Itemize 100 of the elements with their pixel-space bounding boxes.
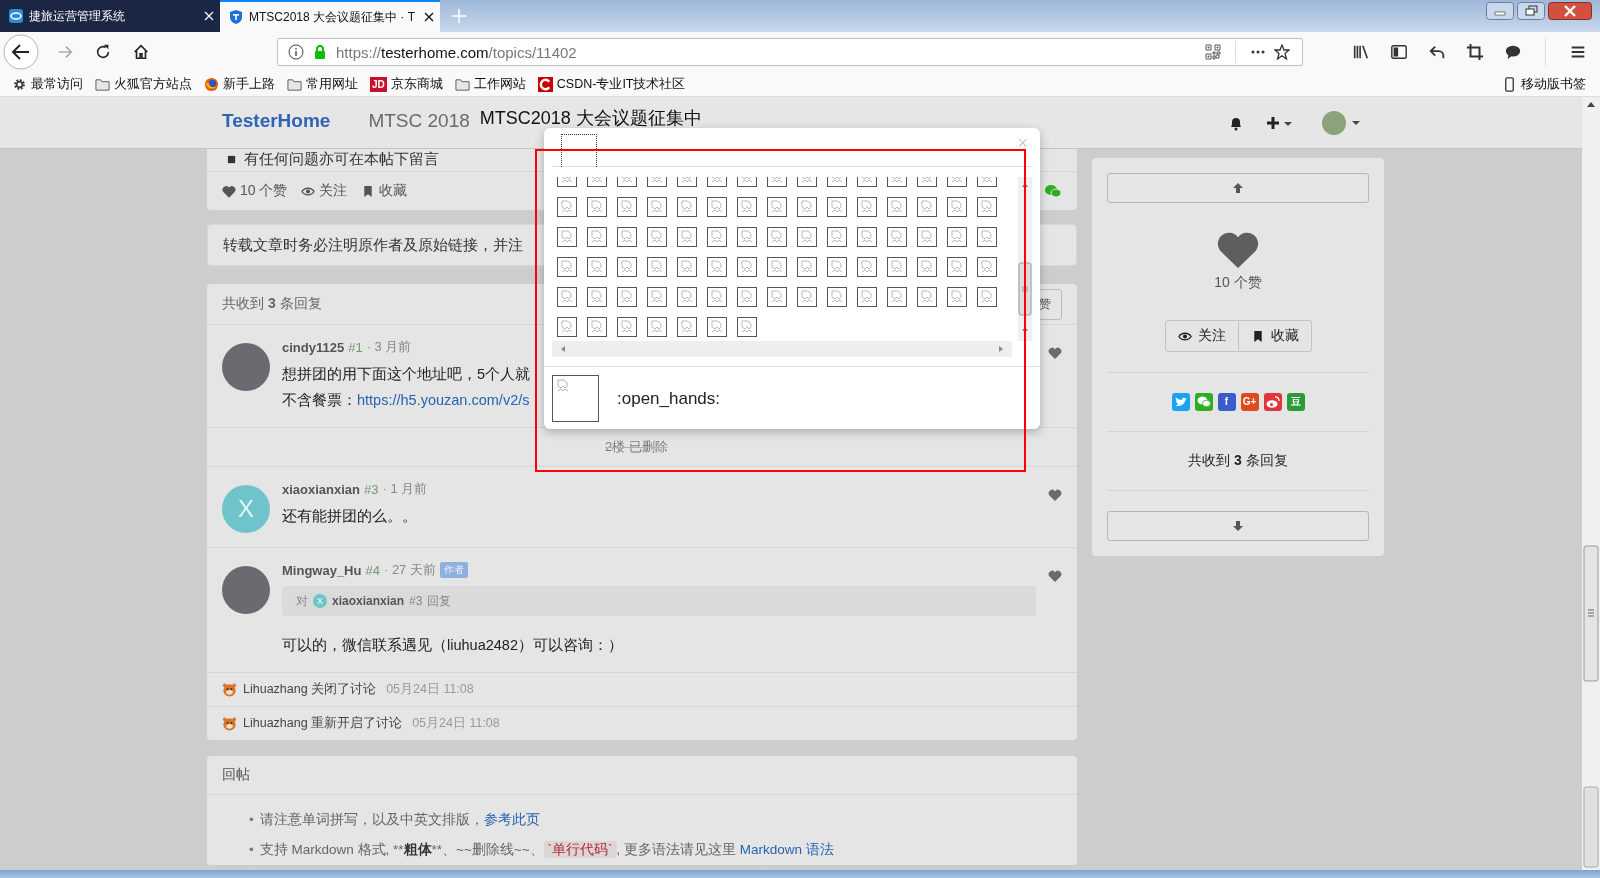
weibo-icon[interactable] <box>1263 393 1282 411</box>
broken-image-icon[interactable] <box>677 197 697 217</box>
heart-icon[interactable] <box>1217 231 1259 268</box>
qr-code-icon[interactable] <box>1205 44 1221 60</box>
broken-image-icon[interactable] <box>617 257 637 277</box>
bookmark-item[interactable]: 移动版书签 <box>1502 75 1586 93</box>
broken-image-icon[interactable] <box>707 287 727 307</box>
broken-image-icon[interactable] <box>917 227 937 247</box>
back-button[interactable] <box>3 34 39 70</box>
username[interactable]: xiaoxianxian <box>332 594 405 608</box>
broken-image-icon[interactable] <box>857 287 877 307</box>
chat-bubble-icon[interactable] <box>1504 43 1522 61</box>
heart-icon[interactable] <box>1048 489 1062 501</box>
broken-image-icon[interactable] <box>647 227 667 247</box>
broken-image-icon[interactable] <box>587 317 607 337</box>
broken-image-icon[interactable] <box>977 227 997 247</box>
page-scrollbar[interactable] <box>1582 97 1600 871</box>
broken-image-icon[interactable] <box>857 227 877 247</box>
broken-image-icon[interactable] <box>797 287 817 307</box>
favorite-button[interactable]: 收藏 <box>361 182 408 200</box>
share-button[interactable]: 豆 <box>1286 393 1305 411</box>
broken-image-icon[interactable] <box>977 197 997 217</box>
broken-image-icon[interactable] <box>857 197 877 217</box>
broken-image-icon[interactable] <box>737 197 757 217</box>
broken-image-icon[interactable] <box>797 257 817 277</box>
broken-image-icon[interactable] <box>707 317 727 337</box>
bookmark-item[interactable]: 最常访问 <box>12 75 83 93</box>
plus-dropdown-icon[interactable] <box>1266 114 1294 131</box>
broken-image-icon[interactable] <box>797 197 817 217</box>
broken-image-icon[interactable] <box>617 317 637 337</box>
bird-icon[interactable] <box>1171 393 1190 411</box>
horizontal-scrollbar[interactable] <box>552 341 1012 357</box>
minimize-icon[interactable] <box>1486 2 1514 20</box>
broken-image-icon[interactable] <box>707 257 727 277</box>
broken-image-icon[interactable] <box>617 197 637 217</box>
home-icon[interactable] <box>132 43 150 61</box>
broken-image-icon[interactable] <box>797 227 817 247</box>
bookmark-item[interactable]: 常用网址 <box>287 75 358 93</box>
reload-icon[interactable] <box>94 43 112 61</box>
broken-image-icon[interactable] <box>767 287 787 307</box>
broken-image-icon[interactable] <box>647 197 667 217</box>
broken-image-icon[interactable] <box>767 197 787 217</box>
close-icon[interactable] <box>1548 2 1592 20</box>
star-icon[interactable] <box>1274 44 1290 60</box>
follow-button[interactable]: 关注 <box>301 182 348 200</box>
library-icon[interactable] <box>1352 43 1370 61</box>
address-bar[interactable]: https://testerhome.com/topics/11402 <box>277 38 1303 66</box>
emoji-tab[interactable] <box>561 134 597 167</box>
share-button[interactable]: G+ <box>1240 393 1259 411</box>
node-label[interactable]: MTSC 2018 <box>368 109 470 132</box>
broken-image-icon[interactable] <box>647 257 667 277</box>
follow-button[interactable]: 关注 <box>1164 320 1239 352</box>
broken-image-icon[interactable] <box>707 227 727 247</box>
broken-image-icon[interactable] <box>857 257 877 277</box>
like-button[interactable]: 10 个赞 <box>222 182 288 200</box>
broken-image-icon[interactable] <box>737 287 757 307</box>
broken-image-icon[interactable] <box>887 227 907 247</box>
broken-image-icon[interactable] <box>707 197 727 217</box>
username[interactable]: xiaoxianxian <box>282 481 361 497</box>
sidebar-icon[interactable] <box>1390 43 1408 61</box>
link[interactable]: Markdown 语法 <box>739 842 834 857</box>
broken-image-icon[interactable] <box>887 197 907 217</box>
broken-image-icon[interactable] <box>647 317 667 337</box>
broken-image-icon[interactable] <box>737 257 757 277</box>
broken-image-icon[interactable] <box>887 257 907 277</box>
browser-tab[interactable]: 捷旅运营管理系统 <box>0 0 220 32</box>
close-icon[interactable] <box>424 12 434 22</box>
broken-image-icon[interactable] <box>617 287 637 307</box>
broken-image-icon[interactable] <box>977 257 997 277</box>
site-logo[interactable]: TesterHome <box>222 109 331 132</box>
broken-image-icon[interactable] <box>917 197 937 217</box>
broken-image-icon[interactable] <box>557 287 577 307</box>
broken-image-icon[interactable] <box>737 317 757 337</box>
username[interactable]: cindy1125 <box>282 339 345 355</box>
broken-image-icon[interactable] <box>947 197 967 217</box>
broken-image-icon[interactable] <box>587 287 607 307</box>
broken-image-icon[interactable] <box>827 227 847 247</box>
broken-image-icon[interactable] <box>917 257 937 277</box>
heart-icon[interactable] <box>1048 570 1062 582</box>
broken-image-icon[interactable] <box>947 257 967 277</box>
info-icon[interactable] <box>288 44 304 60</box>
heart-icon[interactable] <box>1048 347 1062 359</box>
broken-image-icon[interactable] <box>677 317 697 337</box>
link[interactable]: 参考此页 <box>483 812 540 827</box>
broken-image-icon[interactable] <box>827 257 847 277</box>
broken-image-icon[interactable] <box>557 197 577 217</box>
broken-image-icon[interactable] <box>767 257 787 277</box>
broken-image-icon[interactable] <box>677 287 697 307</box>
favorite-button[interactable]: 收藏 <box>1238 320 1312 352</box>
broken-image-icon[interactable] <box>617 227 637 247</box>
link[interactable]: https://h5.youzan.com/v2/s <box>357 392 530 408</box>
crop-icon[interactable] <box>1466 43 1484 61</box>
broken-image-icon[interactable] <box>767 227 787 247</box>
broken-image-icon[interactable] <box>677 227 697 247</box>
broken-image-icon[interactable] <box>587 197 607 217</box>
broken-image-icon[interactable] <box>887 287 907 307</box>
bookmark-item[interactable]: JD 京东商城 <box>370 75 443 93</box>
restore-icon[interactable] <box>1517 2 1545 20</box>
broken-image-icon[interactable] <box>977 287 997 307</box>
broken-image-icon[interactable] <box>557 317 577 337</box>
